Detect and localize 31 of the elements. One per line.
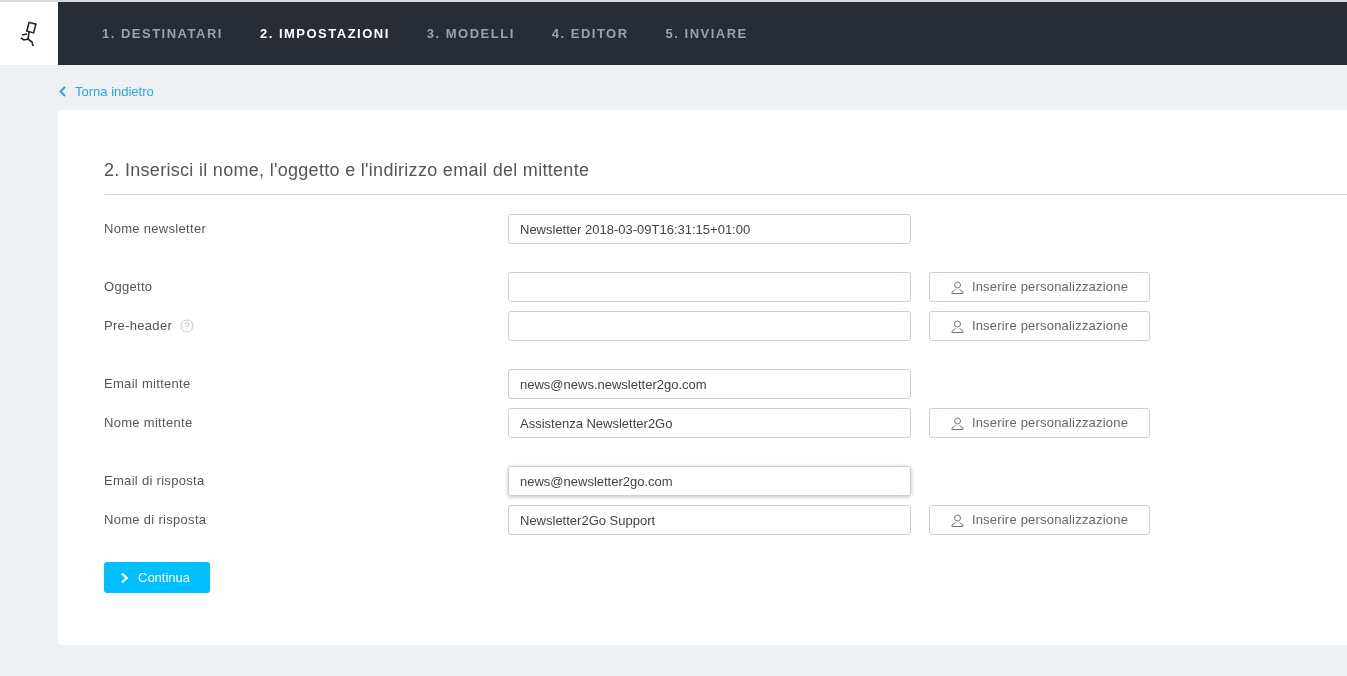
personalization-button[interactable]: Inserire personalizzazione [929, 311, 1150, 341]
section-heading: 2. Inserisci il nome, l'oggetto e l'indirizzo email del mittente [104, 157, 1347, 195]
help-icon[interactable] [180, 318, 195, 333]
field-label: Email mittente [104, 375, 191, 393]
text-input[interactable]: Assistenza Newsletter2Go [508, 408, 911, 438]
person-icon [950, 319, 964, 333]
step-tab[interactable]: 2. IMPOSTAZIONI [259, 23, 390, 44]
text-input[interactable]: news@news.newsletter2go.com [508, 369, 911, 399]
person-icon [950, 416, 964, 430]
field-label: Nome newsletter [104, 220, 207, 238]
field-label: Nome di risposta [104, 511, 207, 529]
personalization-button[interactable]: Inserire personalizzazione [929, 272, 1150, 302]
text-input[interactable] [508, 311, 911, 341]
person-icon [950, 513, 964, 527]
field-label: Nome mittente [104, 414, 193, 432]
personalization-button[interactable]: Inserire personalizzazione [929, 408, 1150, 438]
text-input[interactable]: Newsletter 2018-03-09T16:31:15+01:00 [508, 214, 911, 244]
step-tab[interactable]: 5. INVIARE [665, 23, 748, 44]
text-input[interactable]: Newsletter2Go Support [508, 505, 911, 535]
chevron-right-icon [120, 571, 128, 584]
field-label: Email di risposta [104, 472, 205, 490]
personalization-button[interactable]: Inserire personalizzazione [929, 505, 1150, 535]
step-tab[interactable]: 4. EDITOR [551, 23, 629, 44]
text-input[interactable] [508, 272, 911, 302]
person-icon [950, 280, 964, 294]
text-input[interactable]: news@newsletter2go.com [508, 466, 911, 496]
step-tab[interactable]: 3. MODELLI [426, 23, 515, 44]
step-tab[interactable]: 1. DESTINATARI [102, 23, 223, 44]
field-label: Oggetto [104, 278, 153, 296]
field-label: Pre-header [104, 317, 173, 335]
chevron-left-icon [59, 86, 66, 97]
